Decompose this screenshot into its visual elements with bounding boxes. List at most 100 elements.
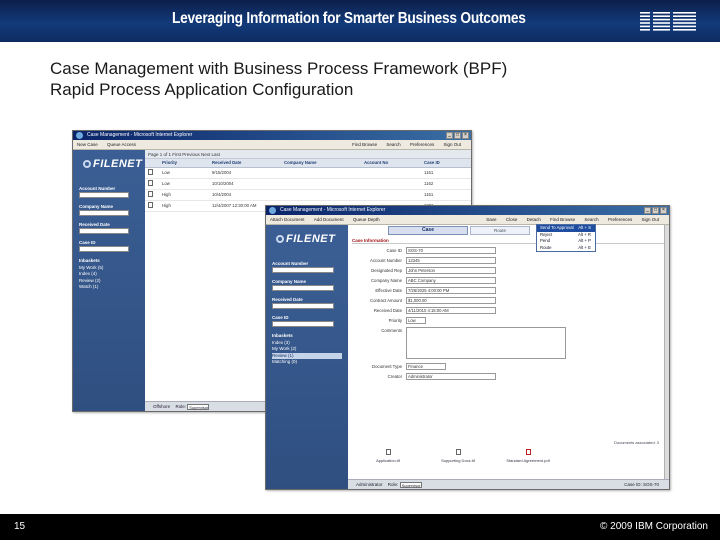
document-type-select[interactable]: Finance	[406, 363, 446, 370]
document-icon[interactable]	[148, 180, 153, 186]
comments-textarea[interactable]	[406, 327, 566, 359]
front-role-select[interactable]: Supervisor	[399, 481, 422, 488]
attachment-item[interactable]: Supporting Docs.tif	[428, 449, 488, 463]
back-window-toolbar: New Case Queue Access Find Browse Search…	[73, 140, 471, 150]
search-button[interactable]: Search	[382, 140, 404, 149]
vertical-scrollbar[interactable]	[664, 225, 669, 479]
front-status-bar: Administrator Role: Supervisor Case ID: …	[348, 479, 669, 489]
header-banner: Leveraging Information for Smarter Busin…	[0, 0, 720, 42]
preferences-button[interactable]: Preferences	[406, 140, 438, 149]
case-list-table: Priority Received Date Company Name Acco…	[145, 159, 471, 212]
contract-amount-field[interactable]: $1,000.00	[406, 297, 496, 304]
filenet-logo-area: FILENET	[73, 150, 145, 180]
received-date-field[interactable]: 4/11/2010 4:15:00 AM	[406, 307, 496, 314]
preferences-button[interactable]: Preferences	[604, 215, 636, 224]
document-icon[interactable]	[148, 191, 153, 197]
form-label: Priority	[388, 318, 402, 323]
cell-account	[361, 189, 421, 201]
column-header[interactable]: Priority	[159, 159, 209, 168]
add-document-button[interactable]: Add Document	[310, 215, 348, 224]
attach-document-button[interactable]: Attach Document	[266, 215, 309, 224]
cell-priority: Low	[159, 178, 209, 190]
column-header[interactable]: Received Date	[209, 159, 281, 168]
filenet-logo: FILENET	[276, 233, 335, 245]
effective-date-field[interactable]: 7/26/2025 4:00:00 PM	[406, 287, 496, 294]
form-row: Creator Administrator	[348, 372, 669, 382]
document-icon[interactable]	[148, 202, 153, 208]
attachment-name: Application.tif	[376, 458, 400, 463]
route-dropdown-menu[interactable]: Send To Approval Alt + S Reject Alt + R Pe…	[536, 224, 596, 252]
account-number-label: Account Number	[79, 186, 116, 191]
table-row[interactable]: Low 9/15/2004 1161	[145, 167, 471, 179]
new-case-button[interactable]: New Case	[73, 140, 102, 149]
queue-depth-button[interactable]: Queue Depth	[349, 215, 384, 224]
received-date-label: Received Date	[79, 222, 110, 227]
sign-out-button[interactable]: Sign Out	[439, 140, 465, 149]
minimize-icon[interactable]: _	[644, 207, 651, 214]
close-button[interactable]: Close	[502, 215, 522, 224]
company-name-field[interactable]: ABC Company	[406, 277, 496, 284]
attachment-item[interactable]: Standard Agreement.pdf	[498, 449, 558, 463]
cell-received-date: 9/15/2004	[209, 167, 281, 179]
front-sidebar: FILENET Account Number Company Name Rece…	[266, 225, 348, 489]
inbasket-item[interactable]: Watch (1)	[79, 284, 145, 291]
account-number-field[interactable]: 12345	[406, 257, 496, 264]
attachment-item[interactable]: Application.tif	[358, 449, 418, 463]
status-case-id: Case ID: SOS-70	[624, 482, 659, 487]
priority-select[interactable]: Low	[406, 317, 426, 324]
back-window-titlebar[interactable]: Case Management - Microsoft Internet Exp…	[73, 131, 471, 140]
front-browser-window[interactable]: Case Management - Microsoft Internet Exp…	[265, 205, 670, 490]
front-window-titlebar[interactable]: Case Management - Microsoft Internet Exp…	[266, 206, 669, 215]
front-window-title: Case Management - Microsoft Internet Exp…	[280, 207, 386, 213]
case-id-input[interactable]	[79, 246, 129, 252]
account-number-label: Account Number	[272, 261, 309, 266]
account-number-input[interactable]	[79, 192, 129, 198]
slide-footer: 15 © 2009 IBM Corporation	[0, 514, 720, 540]
form-row: Contract Amount $1,000.00	[348, 296, 669, 306]
case-id-label: Case ID	[272, 315, 289, 320]
received-date-input[interactable]	[79, 228, 129, 234]
pager[interactable]: Page 1 of 1 First Previous Next Last	[145, 150, 471, 159]
page-number: 15	[14, 521, 26, 532]
ie-icon	[76, 132, 83, 139]
find-browse-button[interactable]: Find Browse	[348, 140, 381, 149]
form-label: Company Name	[370, 278, 402, 283]
cell-company	[281, 178, 361, 190]
close-icon[interactable]: ×	[660, 207, 667, 214]
slide-title-line-2: Rapid Process Application Configuration	[50, 80, 354, 99]
queue-access-button[interactable]: Queue Access	[103, 140, 140, 149]
back-window-title: Case Management - Microsoft Internet Exp…	[87, 132, 193, 138]
company-name-input[interactable]	[79, 210, 129, 216]
menu-item-route[interactable]: Route Alt + E	[537, 245, 595, 252]
case-information-heading[interactable]: Case Information	[352, 237, 665, 244]
tab-case[interactable]: Case	[388, 226, 468, 235]
table-row[interactable]: High 10/4/2004 1161	[145, 189, 471, 201]
sign-out-button[interactable]: Sign Out	[637, 215, 663, 224]
column-header[interactable]: Case ID	[421, 159, 471, 168]
account-number-input[interactable]	[272, 267, 334, 273]
back-role-select[interactable]: Supervisor	[187, 403, 210, 410]
save-button[interactable]: Save	[482, 215, 500, 224]
form-row-comments: Comments	[348, 326, 669, 362]
column-header[interactable]	[145, 159, 159, 168]
document-icon[interactable]	[148, 169, 153, 175]
company-name-input[interactable]	[272, 285, 334, 291]
form-label: Received Date	[373, 308, 402, 313]
pdf-icon	[525, 449, 531, 455]
tab-route[interactable]: Route	[470, 226, 530, 235]
close-icon[interactable]: ×	[462, 132, 469, 139]
creator-label: Creator	[387, 374, 402, 379]
column-header[interactable]: Company Name	[281, 159, 361, 168]
back-role-label: Role:	[175, 404, 186, 409]
inbasket-item[interactable]: Matching (0)	[272, 359, 348, 366]
received-date-input[interactable]	[272, 303, 334, 309]
case-id-input[interactable]	[272, 321, 334, 327]
table-row[interactable]: Low 10/10/2004 1162	[145, 178, 471, 190]
column-header[interactable]: Account No	[361, 159, 421, 168]
back-toolbar-right: Find Browse Search Preferences Sign Out	[344, 140, 469, 149]
maximize-icon[interactable]: □	[454, 132, 461, 139]
minimize-icon[interactable]: _	[446, 132, 453, 139]
designated-rep-field[interactable]: John Peterson	[406, 267, 496, 274]
maximize-icon[interactable]: □	[652, 207, 659, 214]
case-id-field[interactable]: SOS-70	[406, 247, 496, 254]
